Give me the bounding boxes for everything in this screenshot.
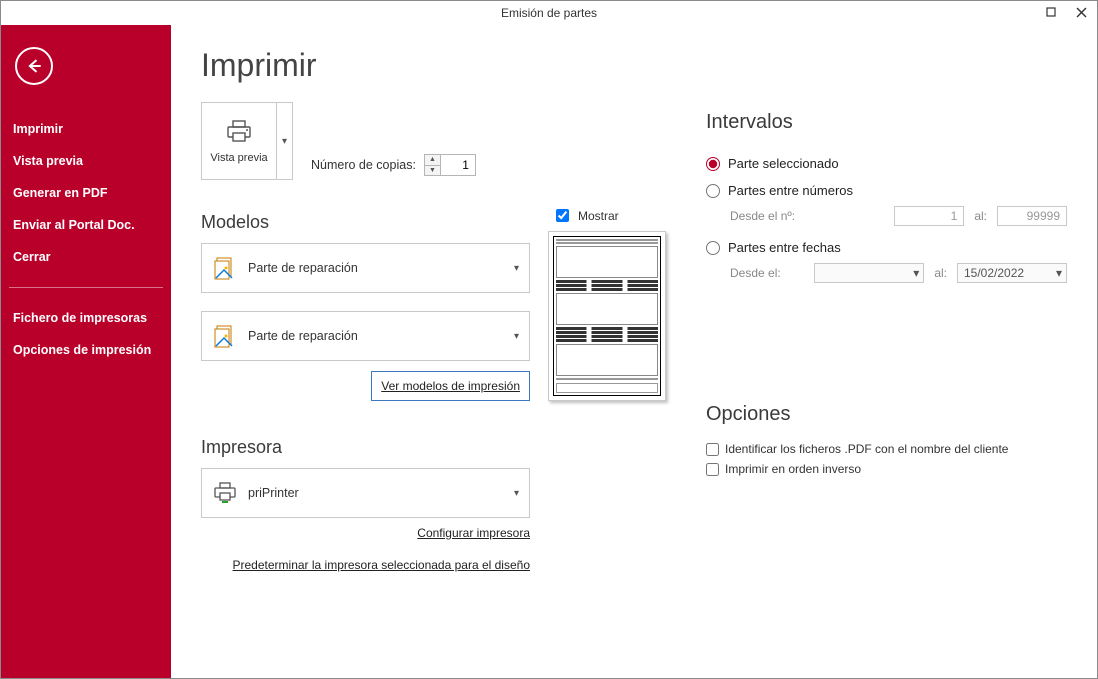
document-icon: [212, 323, 238, 349]
chevron-down-icon: ▾: [1056, 266, 1062, 280]
nav-enviar-portal[interactable]: Enviar al Portal Doc.: [1, 209, 171, 241]
modelos-heading: Modelos: [201, 212, 530, 233]
nav-generar-pdf[interactable]: Generar en PDF: [1, 177, 171, 209]
document-icon: [212, 255, 238, 281]
preview-button-label: Vista previa: [210, 152, 267, 164]
modelo-select-2[interactable]: Parte de reparación ▾: [201, 311, 530, 361]
maximize-button[interactable]: [1039, 3, 1063, 21]
al-label-2: al:: [934, 266, 947, 280]
radio-label: Partes entre fechas: [728, 240, 841, 255]
chevron-down-icon: ▾: [913, 266, 919, 280]
radio-partes-numeros[interactable]: [706, 184, 720, 198]
radio-label: Partes entre números: [728, 183, 853, 198]
hasta-num-input[interactable]: [997, 206, 1067, 226]
page-title: Imprimir: [201, 47, 666, 84]
desde-fecha-label: Desde el:: [730, 266, 781, 280]
opciones-heading: Opciones: [706, 403, 1067, 426]
printer-name: priPrinter: [248, 486, 299, 500]
checkbox-label: Identificar los ficheros .PDF con el nom…: [725, 442, 1008, 456]
al-label: al:: [974, 209, 987, 223]
copies-spinner[interactable]: ▲ ▼: [424, 154, 476, 176]
nav-label: Fichero de impresoras: [13, 311, 147, 325]
printer-select[interactable]: priPrinter ▾: [201, 468, 530, 518]
ver-modelos-link[interactable]: Ver modelos de impresión: [371, 371, 530, 401]
nav-label: Vista previa: [13, 154, 83, 168]
chevron-down-icon: ▾: [514, 263, 519, 274]
checkbox-label: Imprimir en orden inverso: [725, 462, 861, 476]
predeterminar-impresora-link[interactable]: Predeterminar la impresora seleccionada …: [233, 558, 531, 572]
hasta-fecha-value: 15/02/2022: [964, 266, 1024, 280]
copies-label: Número de copias:: [311, 158, 416, 172]
titlebar: Emisión de partes: [1, 1, 1097, 25]
spinner-up-icon[interactable]: ▲: [425, 155, 440, 166]
copies-input[interactable]: [441, 155, 475, 175]
nav-opciones-impresion[interactable]: Opciones de impresión: [1, 334, 171, 366]
intervalos-heading: Intervalos: [706, 111, 1067, 134]
radio-partes-fechas[interactable]: [706, 241, 720, 255]
nav-label: Opciones de impresión: [13, 343, 151, 357]
nav-imprimir[interactable]: Imprimir: [1, 113, 171, 145]
preview-dropdown-caret[interactable]: ▾: [276, 103, 292, 179]
nav-fichero-impresoras[interactable]: Fichero de impresoras: [1, 302, 171, 334]
radio-parte-seleccionado[interactable]: [706, 157, 720, 171]
chk-pdf-nombre-cliente[interactable]: [706, 443, 719, 456]
sidebar: Imprimir Vista previa Generar en PDF Env…: [1, 25, 171, 678]
configurar-impresora-link[interactable]: Configurar impresora: [417, 526, 530, 540]
mostrar-label: Mostrar: [578, 209, 619, 223]
radio-label: Parte seleccionado: [728, 156, 839, 171]
nav-label: Cerrar: [13, 250, 51, 264]
close-button[interactable]: [1069, 3, 1093, 21]
hasta-fecha-select[interactable]: 15/02/2022 ▾: [957, 263, 1067, 283]
printer-icon: [212, 482, 238, 504]
link-label: Ver modelos de impresión: [381, 379, 520, 393]
nav-vista-previa[interactable]: Vista previa: [1, 145, 171, 177]
desde-fecha-select[interactable]: ▾: [814, 263, 924, 283]
printer-icon: [224, 119, 254, 148]
window-title: Emisión de partes: [501, 6, 597, 20]
vista-previa-button[interactable]: Vista previa ▾: [201, 102, 293, 180]
nav-label: Generar en PDF: [13, 186, 107, 200]
modelo-label: Parte de reparación: [248, 329, 358, 343]
chk-orden-inverso[interactable]: [706, 463, 719, 476]
mostrar-checkbox[interactable]: [556, 209, 569, 222]
modelo-label: Parte de reparación: [248, 261, 358, 275]
document-preview: [548, 231, 666, 401]
nav-label: Imprimir: [13, 122, 63, 136]
desde-num-label: Desde el nº:: [730, 209, 795, 223]
chevron-down-icon: ▾: [514, 331, 519, 342]
spinner-down-icon[interactable]: ▼: [425, 166, 440, 176]
nav-separator: [9, 287, 163, 288]
desde-num-input[interactable]: [894, 206, 964, 226]
nav-label: Enviar al Portal Doc.: [13, 218, 135, 232]
chevron-down-icon: ▾: [514, 488, 519, 499]
modelo-select-1[interactable]: Parte de reparación ▾: [201, 243, 530, 293]
back-button[interactable]: [15, 47, 53, 85]
nav-cerrar[interactable]: Cerrar: [1, 241, 171, 273]
impresora-heading: Impresora: [201, 437, 530, 458]
